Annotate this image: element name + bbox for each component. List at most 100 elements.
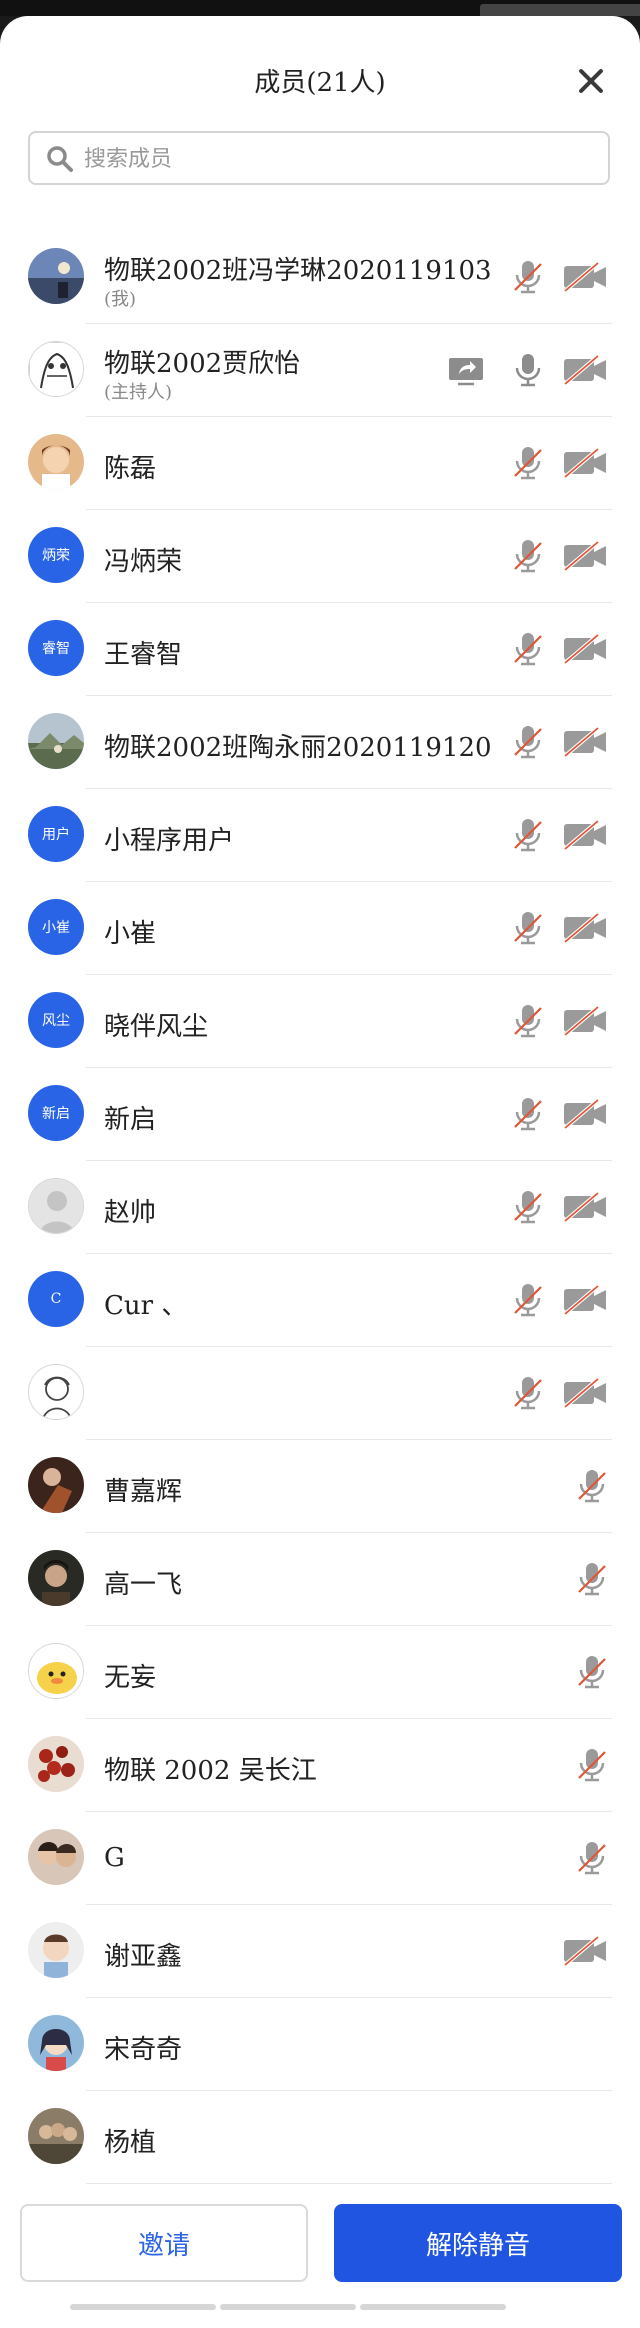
avatar — [28, 434, 84, 490]
mic-off-icon — [508, 722, 548, 762]
row-divider — [86, 2183, 612, 2184]
member-name: Cur 、 — [104, 1291, 188, 1321]
mic-off-icon — [572, 1838, 612, 1878]
camera-off-icon — [562, 443, 608, 483]
avatar: 新启 — [28, 1085, 84, 1141]
member-role: (主持人) — [104, 382, 173, 403]
member-row[interactable]: 风尘 晓伴风尘 — [0, 975, 640, 1068]
avatar: 睿智 — [28, 620, 84, 676]
mic-off-icon — [572, 1466, 612, 1506]
member-list: 物联2002班冯学琳2020119103 (我) 物联2002贾欣怡 (主持人) 陈… — [0, 231, 640, 2184]
member-row[interactable]: 新启 新启 — [0, 1068, 640, 1161]
member-name: 宋奇奇 — [104, 2035, 183, 2065]
status-pill — [480, 4, 640, 16]
avatar: 炳荣 — [28, 527, 84, 583]
avatar — [28, 2015, 84, 2071]
member-name: 小程序用户 — [104, 826, 235, 856]
member-row[interactable]: 物联2002班陶永丽2020119120 — [0, 696, 640, 789]
member-name: G — [104, 1843, 125, 1873]
member-name: 小崔 — [104, 919, 157, 949]
invite-button[interactable]: 邀请 — [20, 2204, 308, 2282]
avatar — [28, 1364, 84, 1420]
avatar: 用户 — [28, 806, 84, 862]
avatar — [28, 1178, 84, 1234]
mic-off-icon — [508, 443, 548, 483]
avatar — [28, 248, 84, 304]
avatar — [28, 2108, 84, 2164]
camera-off-icon — [562, 1373, 608, 1413]
member-row[interactable]: 炳荣 冯炳荣 — [0, 510, 640, 603]
member-row[interactable]: 无妄 — [0, 1626, 640, 1719]
search-input[interactable] — [82, 141, 586, 177]
member-row[interactable]: 曹嘉辉 — [0, 1440, 640, 1533]
member-name: 赵帅 — [104, 1198, 157, 1228]
member-name: 谢亚鑫 — [104, 1942, 183, 1972]
screen-share-icon — [446, 350, 486, 390]
home-indicator — [70, 2304, 570, 2310]
mic-off-icon — [508, 908, 548, 948]
members-sheet: 成员(21人) 物联2002班冯学琳2020119103 (我) 物联2002贾欣… — [0, 16, 640, 2328]
member-row[interactable]: 宋奇奇 — [0, 1998, 640, 2091]
member-name: 无妄 — [104, 1663, 157, 1693]
member-row[interactable]: 杨植 — [0, 2091, 640, 2184]
member-row[interactable]: 物联2002班冯学琳2020119103 (我) — [0, 231, 640, 324]
camera-off-icon — [562, 1931, 608, 1971]
camera-off-icon — [562, 257, 608, 297]
mic-off-icon — [508, 1187, 548, 1227]
member-row[interactable]: G — [0, 1812, 640, 1905]
avatar — [28, 1550, 84, 1606]
camera-off-icon — [562, 815, 608, 855]
member-row[interactable]: 物联 2002 吴长江 — [0, 1719, 640, 1812]
member-name: 王睿智 — [104, 640, 183, 670]
avatar — [28, 1643, 84, 1699]
status-bar — [0, 0, 640, 16]
member-row[interactable]: 用户 小程序用户 — [0, 789, 640, 882]
search-box[interactable] — [28, 131, 610, 185]
avatar — [28, 1736, 84, 1792]
member-role: (我) — [104, 289, 137, 310]
avatar — [28, 1922, 84, 1978]
sheet-header: 成员(21人) — [0, 16, 640, 116]
avatar — [28, 1829, 84, 1885]
mic-off-icon — [508, 1001, 548, 1041]
camera-off-icon — [562, 629, 608, 669]
member-name: 冯炳荣 — [104, 547, 183, 577]
mic-off-icon — [572, 1559, 612, 1599]
search-icon — [47, 146, 73, 172]
page-title: 成员(21人) — [254, 68, 386, 98]
member-row[interactable]: 谢亚鑫 — [0, 1905, 640, 1998]
camera-off-icon — [562, 1001, 608, 1041]
member-row[interactable]: 物联2002贾欣怡 (主持人) — [0, 324, 640, 417]
member-name: 高一飞 — [104, 1570, 183, 1600]
member-row[interactable]: 小崔 小崔 — [0, 882, 640, 975]
mic-off-icon — [508, 1094, 548, 1134]
mic-off-icon — [508, 1280, 548, 1320]
member-row[interactable]: 高一飞 — [0, 1533, 640, 1626]
camera-off-icon — [562, 350, 608, 390]
avatar: 风尘 — [28, 992, 84, 1048]
member-name: 物联 2002 吴长江 — [104, 1756, 317, 1786]
member-row[interactable]: 陈磊 — [0, 417, 640, 510]
camera-off-icon — [562, 1280, 608, 1320]
mic-off-icon — [508, 815, 548, 855]
member-row[interactable]: C Cur 、 — [0, 1254, 640, 1347]
member-name: 物联2002贾欣怡 — [104, 349, 301, 379]
member-name: 晓伴风尘 — [104, 1012, 209, 1042]
unmute-all-button[interactable]: 解除静音 — [334, 2204, 622, 2282]
close-icon[interactable] — [578, 68, 604, 94]
member-name: 杨植 — [104, 2128, 157, 2158]
member-name: 物联2002班陶永丽2020119120 — [104, 733, 492, 763]
member-name: 新启 — [104, 1105, 157, 1135]
avatar: C — [28, 1271, 84, 1327]
mic-icon — [508, 350, 548, 390]
avatar — [28, 1457, 84, 1513]
member-row[interactable] — [0, 1347, 640, 1440]
member-name: 陈磊 — [104, 454, 157, 484]
member-row[interactable]: 睿智 王睿智 — [0, 603, 640, 696]
camera-off-icon — [562, 536, 608, 576]
mic-off-icon — [508, 629, 548, 669]
avatar: 小崔 — [28, 899, 84, 955]
camera-off-icon — [562, 1187, 608, 1227]
mic-off-icon — [572, 1745, 612, 1785]
member-row[interactable]: 赵帅 — [0, 1161, 640, 1254]
